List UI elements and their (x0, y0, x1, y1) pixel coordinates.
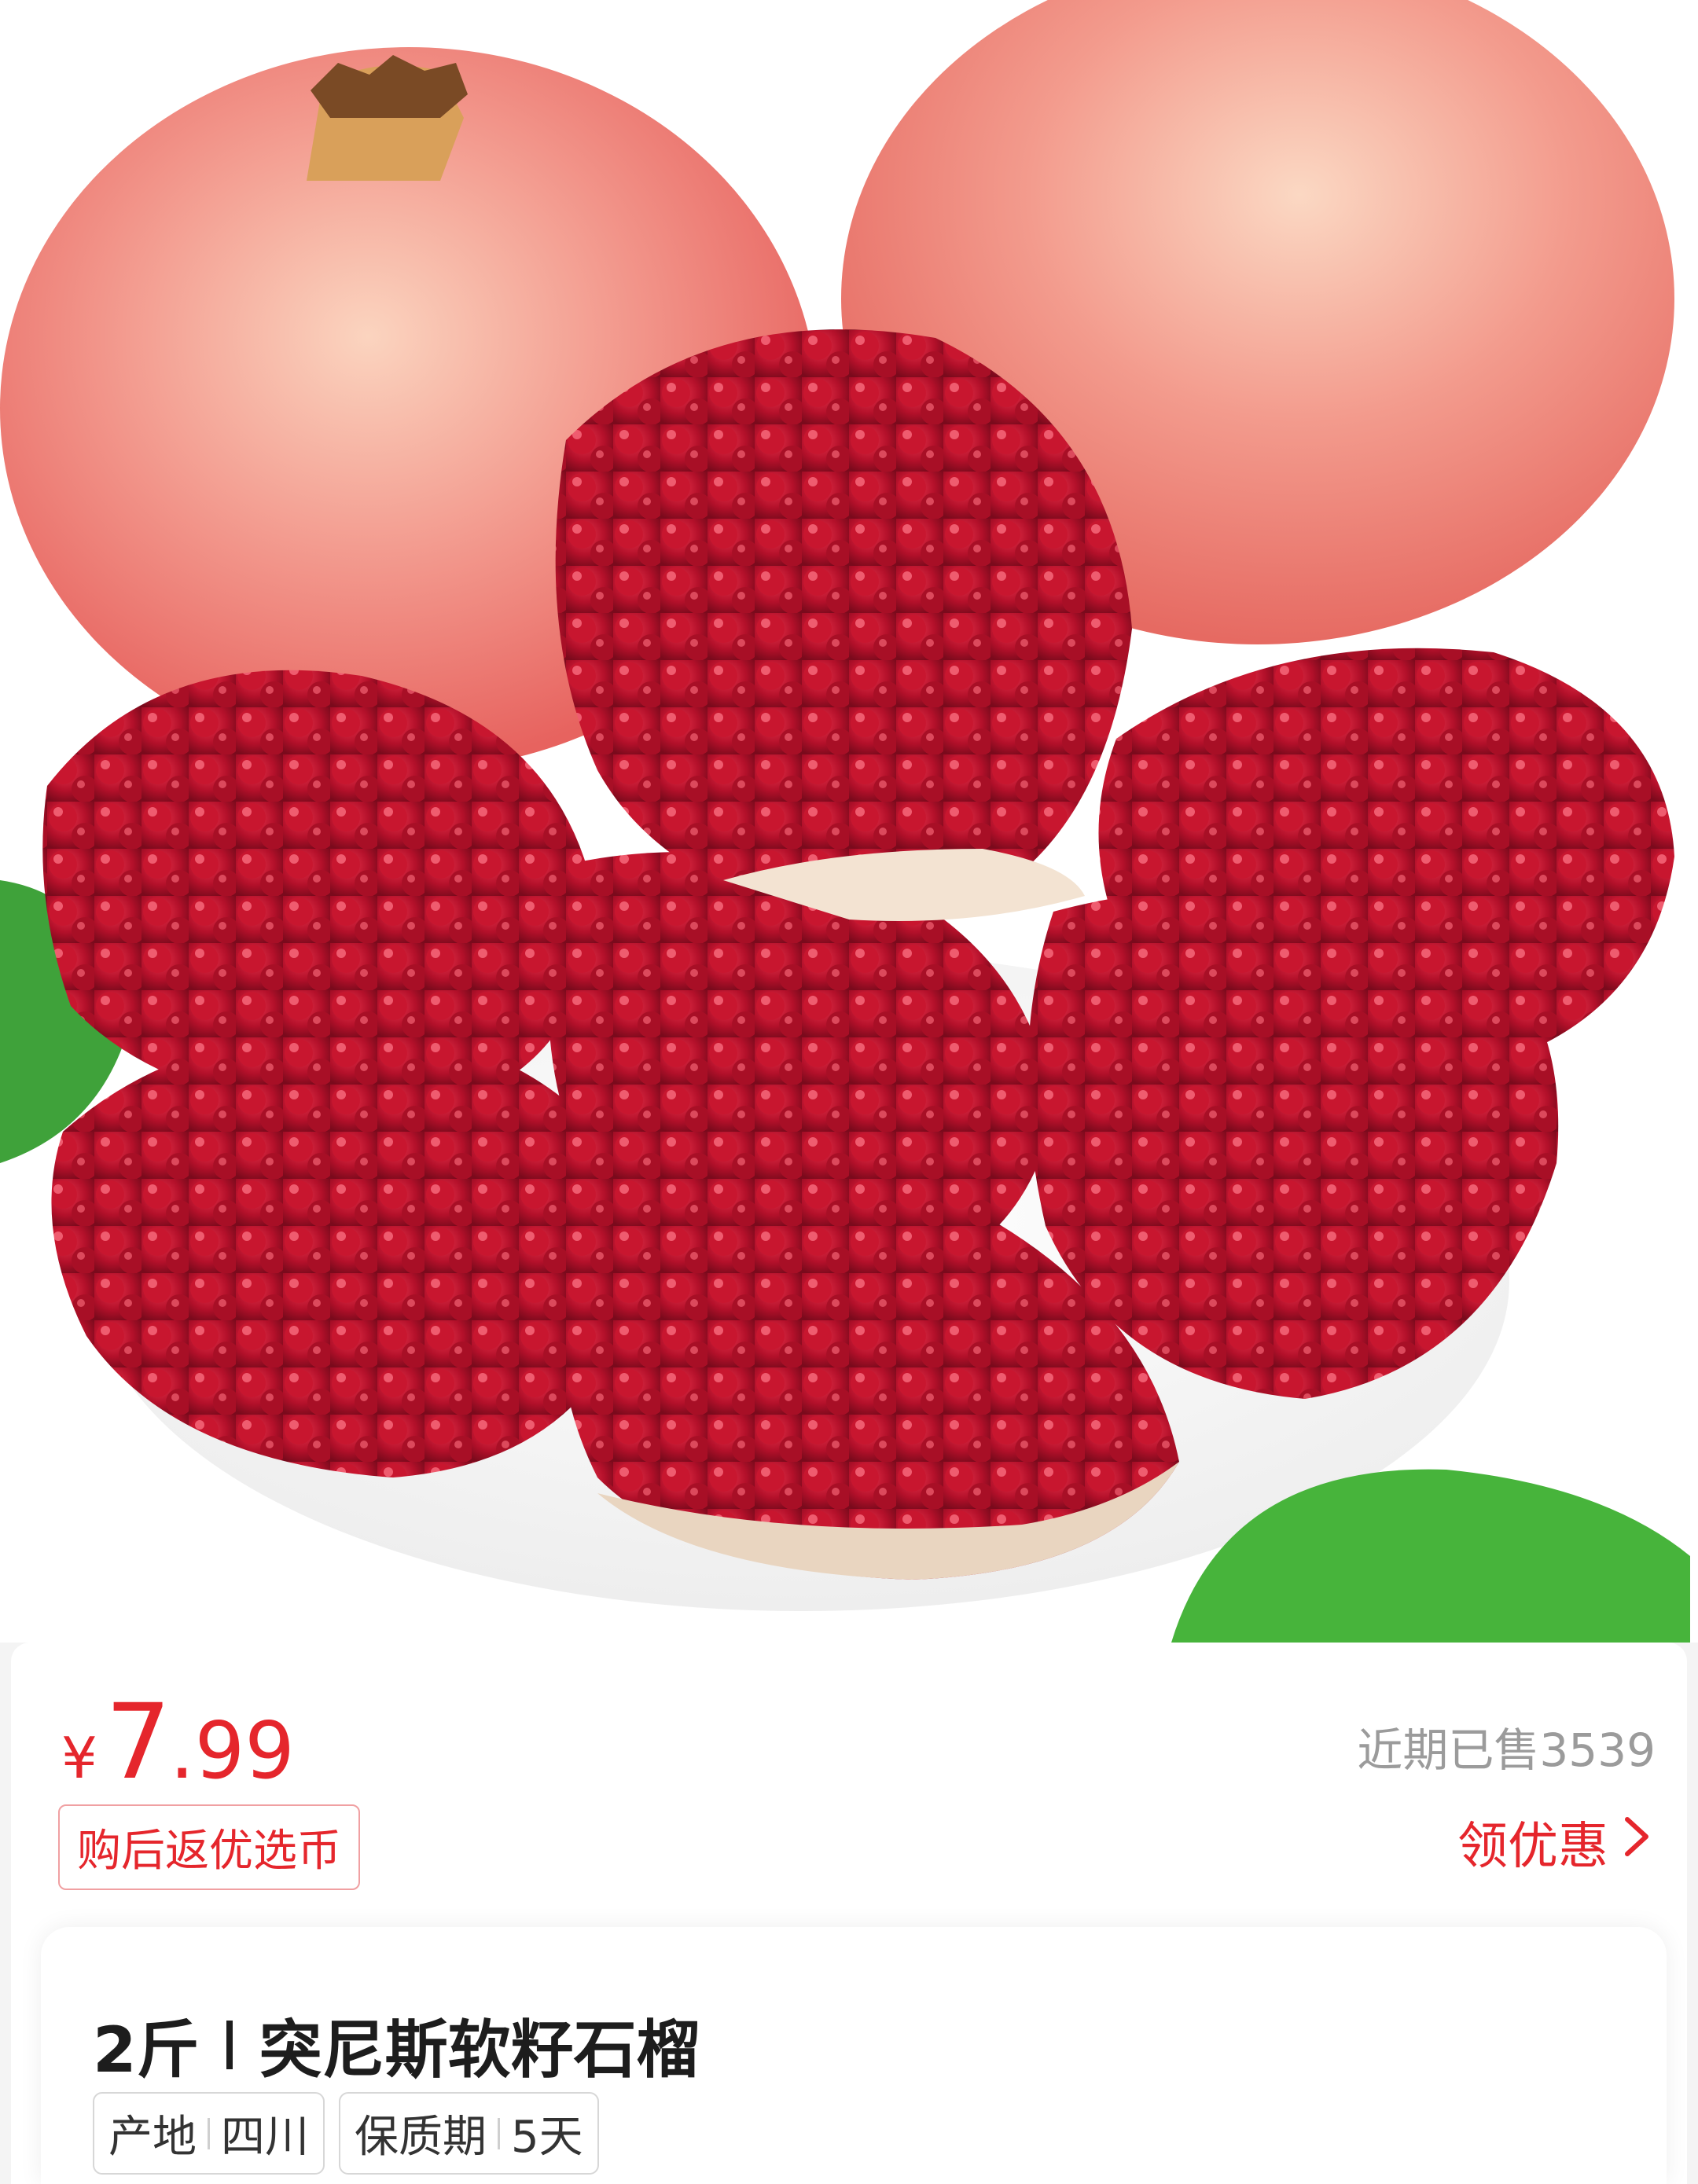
currency-symbol: ¥ (61, 1725, 97, 1791)
product-attributes: 产地 四川 保质期 5天 (93, 2092, 599, 2175)
get-coupon-button[interactable]: 领优惠 (1457, 1806, 1651, 1878)
product-title: 2斤 突尼斯软籽石榴 (93, 1999, 700, 2090)
price-integer: 7 (105, 1682, 171, 1803)
product-hero-image[interactable] (0, 0, 1698, 1643)
attribute-label: 产地 (108, 2112, 197, 2163)
product-info-card: 2斤 突尼斯软籽石榴 产地 四川 保质期 5天 (41, 1927, 1667, 2184)
attribute-divider (498, 2117, 500, 2149)
attribute-origin: 产地 四川 (93, 2092, 325, 2175)
attribute-divider (208, 2117, 210, 2149)
price-decimal: .99 (169, 1705, 295, 1797)
product-name: 突尼斯软籽石榴 (259, 2013, 700, 2087)
sold-count: 近期已售3539 (1357, 1723, 1656, 1777)
title-separator (226, 2021, 233, 2069)
attribute-shelf-life: 保质期 5天 (339, 2092, 599, 2175)
coupon-label: 领优惠 (1457, 1818, 1608, 1876)
price: ¥ 7 .99 (61, 1682, 295, 1803)
coin-reward-tag: 购后返优选币 (58, 1804, 360, 1890)
product-weight: 2斤 (93, 2013, 200, 2087)
attribute-value: 5天 (511, 2112, 583, 2163)
attribute-label: 保质期 (355, 2112, 487, 2163)
attribute-value: 四川 (221, 2112, 309, 2163)
chevron-right-icon (1623, 1815, 1651, 1870)
